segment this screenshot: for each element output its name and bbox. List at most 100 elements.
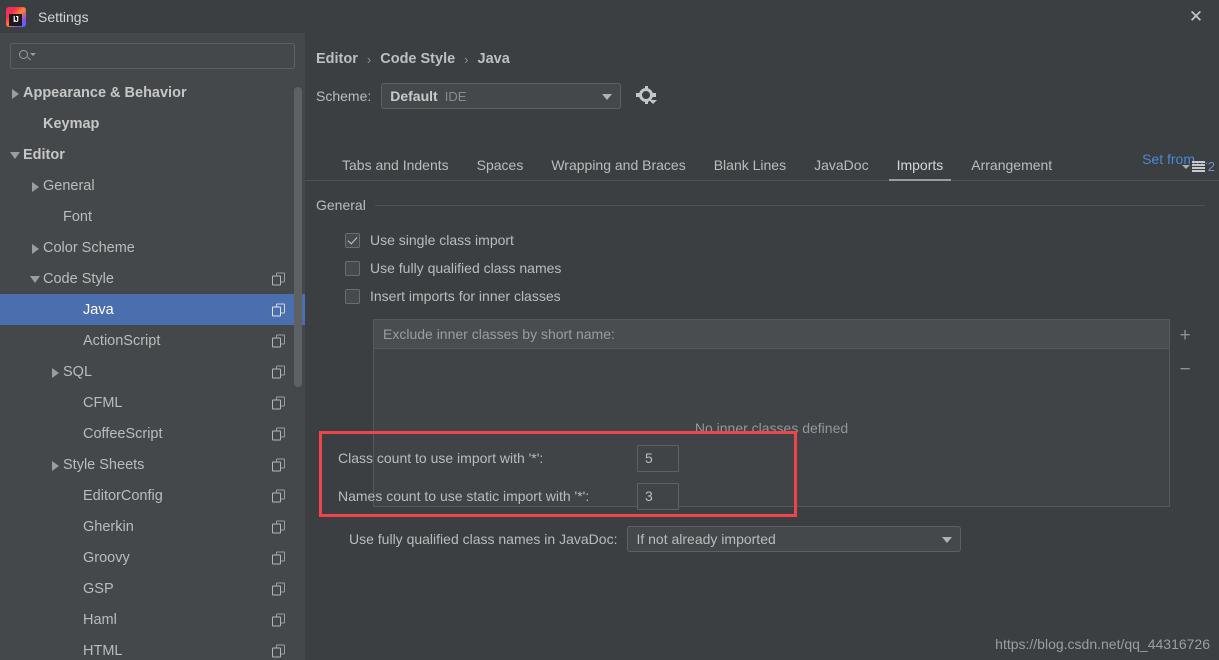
search-wrap [0, 33, 305, 77]
checkbox-label: Use single class import [370, 232, 514, 248]
watermark: https://blog.csdn.net/qq_44316726 [995, 636, 1210, 652]
names-count-input[interactable] [637, 482, 679, 510]
breadcrumb-separator: › [464, 51, 469, 67]
chevron-right-icon[interactable] [29, 179, 43, 193]
chevron-right-icon[interactable] [9, 86, 23, 100]
sidebar-item-label: General [43, 177, 95, 194]
general-group-header: General [316, 197, 1219, 213]
sidebar-item-label: Haml [83, 611, 117, 628]
tab-imports[interactable]: Imports [883, 149, 958, 181]
checkbox-label: Use fully qualified class names [370, 260, 562, 276]
sidebar-item-label: Style Sheets [63, 456, 145, 473]
scheme-dropdown[interactable]: Default IDE [381, 83, 622, 109]
tab-wrapping-and-braces[interactable]: Wrapping and Braces [537, 149, 699, 180]
settings-tree[interactable]: Appearance & Behavior Keymap Editor General… [0, 77, 305, 660]
copy-icon[interactable] [272, 303, 285, 316]
group-divider [374, 204, 1205, 206]
copy-icon[interactable] [272, 520, 285, 533]
chevron-down-icon[interactable] [29, 272, 43, 286]
breadcrumb-item-code-style[interactable]: Code Style [380, 51, 455, 67]
sidebar-item-gsp[interactable]: GSP [0, 573, 305, 604]
highlighted-import-counts: Class count to use import with '*': Name… [319, 431, 797, 517]
sidebar-item-actionscript[interactable]: ActionScript [0, 325, 305, 356]
sidebar-item-gherkin[interactable]: Gherkin [0, 511, 305, 542]
sidebar-item-groovy[interactable]: Groovy [0, 542, 305, 573]
body-split: Appearance & Behavior Keymap Editor General… [0, 33, 1219, 660]
copy-icon[interactable] [272, 551, 285, 564]
close-icon[interactable]: ✕ [1173, 0, 1219, 33]
sidebar-item-sql[interactable]: SQL [0, 356, 305, 387]
chevron-down-icon [1181, 164, 1190, 169]
tab-spaces[interactable]: Spaces [463, 149, 538, 180]
copy-icon[interactable] [272, 489, 285, 502]
copy-icon[interactable] [272, 365, 285, 378]
sidebar-scrollbar[interactable] [294, 77, 303, 660]
sidebar-item-java[interactable]: Java [0, 294, 305, 325]
copy-icon[interactable] [272, 458, 285, 471]
tab-overflow-button[interactable]: 2 [1181, 159, 1215, 174]
title-bar: Settings ✕ [0, 0, 1219, 33]
sidebar-item-label: Java [83, 301, 114, 318]
search-box[interactable] [10, 43, 295, 69]
javadoc-fqn-label: Use fully qualified class names in JavaD… [349, 531, 618, 547]
tab-blank-lines[interactable]: Blank Lines [700, 149, 800, 180]
checkbox-use-single-class-import[interactable] [345, 232, 360, 248]
sidebar-item-html[interactable]: HTML [0, 635, 305, 660]
remove-row-button[interactable]: − [1174, 358, 1196, 380]
sidebar-item-keymap[interactable]: Keymap [0, 108, 305, 139]
exclude-table-header: Exclude inner classes by short name: [374, 320, 1169, 349]
sidebar-scrollbar-thumb[interactable] [294, 87, 302, 387]
chevron-right-icon[interactable] [49, 365, 63, 379]
sidebar-item-font[interactable]: Font [0, 201, 305, 232]
sidebar-item-code-style[interactable]: Code Style [0, 263, 305, 294]
sidebar-item-label: HTML [83, 642, 123, 659]
checkbox-use-fully-qualified-class-names[interactable] [345, 260, 360, 276]
checkbox-row-insert-imports-for-inner-classes[interactable]: Insert imports for inner classes [316, 282, 1219, 310]
copy-icon[interactable] [272, 644, 285, 657]
copy-icon[interactable] [272, 272, 285, 285]
tab-tabs-and-indents[interactable]: Tabs and Indents [328, 149, 463, 180]
gear-icon[interactable] [636, 85, 658, 105]
breadcrumb-item-editor[interactable]: Editor [316, 51, 358, 67]
copy-icon[interactable] [272, 334, 285, 347]
checkbox-insert-imports-for-inner-classes[interactable] [345, 288, 360, 304]
sidebar-item-label: CFML [83, 394, 123, 411]
names-count-row: Names count to use static import with '*… [338, 477, 794, 515]
chevron-right-icon[interactable] [29, 241, 43, 255]
sidebar-item-coffeescript[interactable]: CoffeeScript [0, 418, 305, 449]
javadoc-fqn-dropdown[interactable]: If not already imported [627, 526, 962, 552]
sidebar-item-label: SQL [63, 363, 93, 380]
sidebar-item-cfml[interactable]: CFML [0, 387, 305, 418]
sidebar-item-general[interactable]: General [0, 170, 305, 201]
sidebar-item-editorconfig[interactable]: EditorConfig [0, 480, 305, 511]
sidebar-item-label: Code Style [43, 270, 114, 287]
copy-icon[interactable] [272, 396, 285, 409]
copy-icon[interactable] [272, 582, 285, 595]
chevron-down-icon[interactable] [9, 148, 23, 162]
chevron-right-icon[interactable] [49, 458, 63, 472]
scheme-label: Scheme: [316, 88, 372, 104]
exclude-table-tools: + − [1170, 319, 1200, 507]
copy-icon[interactable] [272, 427, 285, 440]
class-count-input[interactable] [637, 444, 679, 472]
sidebar-item-appearance-behavior[interactable]: Appearance & Behavior [0, 77, 305, 108]
tab-arrangement[interactable]: Arrangement [957, 149, 1066, 180]
checkbox-row-use-single-class-import[interactable]: Use single class import [316, 226, 1219, 254]
add-row-button[interactable]: + [1174, 324, 1196, 346]
sidebar-item-label: Color Scheme [43, 239, 135, 256]
intellij-idea-logo-icon [6, 6, 26, 27]
general-checkbox-list: Use single class import Use fully qualifi… [316, 226, 1219, 310]
sidebar-item-haml[interactable]: Haml [0, 604, 305, 635]
tab-javadoc[interactable]: JavaDoc [800, 149, 882, 180]
copy-icon[interactable] [272, 613, 285, 626]
checkbox-row-use-fully-qualified-class-names[interactable]: Use fully qualified class names [316, 254, 1219, 282]
sidebar-item-editor[interactable]: Editor [0, 139, 305, 170]
search-input[interactable] [34, 48, 288, 64]
sidebar-item-color-scheme[interactable]: Color Scheme [0, 232, 305, 263]
sidebar-item-style-sheets[interactable]: Style Sheets [0, 449, 305, 480]
